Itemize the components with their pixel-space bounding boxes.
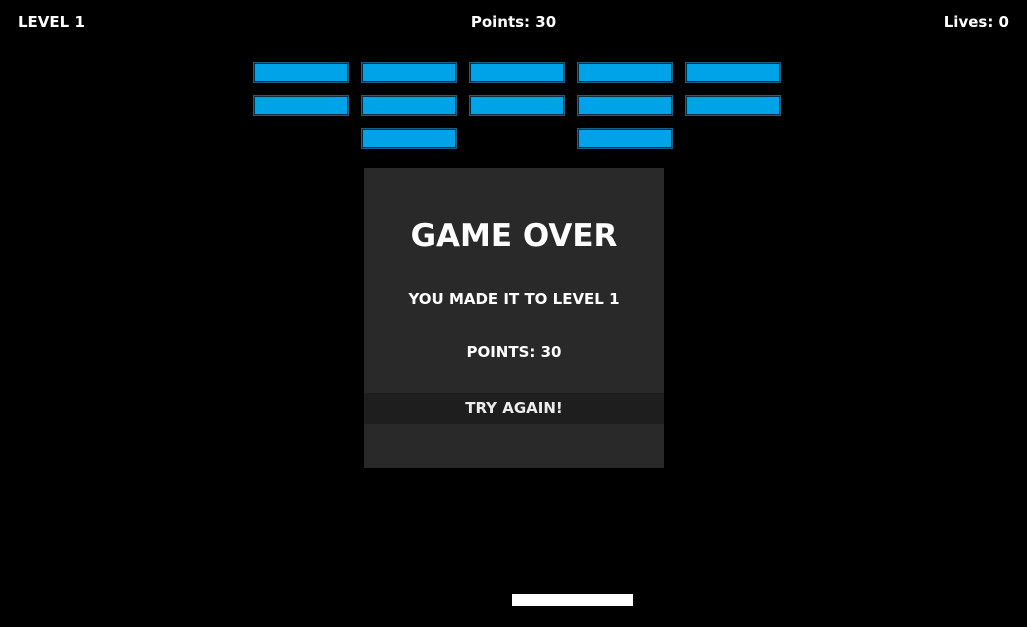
brick [685, 62, 781, 83]
final-points-text: POINTS: 30 [466, 343, 562, 361]
brick [685, 95, 781, 116]
brick [361, 62, 457, 83]
game-over-title: GAME OVER [410, 218, 618, 254]
lives-counter: Lives: 0 [943, 13, 1009, 31]
brick [469, 95, 565, 116]
brick [253, 95, 349, 116]
try-again-button[interactable]: TRY AGAIN! [364, 393, 664, 424]
brick [577, 62, 673, 83]
brick [469, 62, 565, 83]
level-reached-text: YOU MADE IT TO LEVEL 1 [408, 290, 620, 308]
brick [577, 128, 673, 149]
brick [361, 128, 457, 149]
paddle[interactable] [512, 594, 633, 606]
brick [577, 95, 673, 116]
brick [253, 62, 349, 83]
game-over-dialog: GAME OVER YOU MADE IT TO LEVEL 1 POINTS:… [364, 168, 664, 468]
brick [361, 95, 457, 116]
points-counter: Points: 30 [470, 13, 557, 31]
